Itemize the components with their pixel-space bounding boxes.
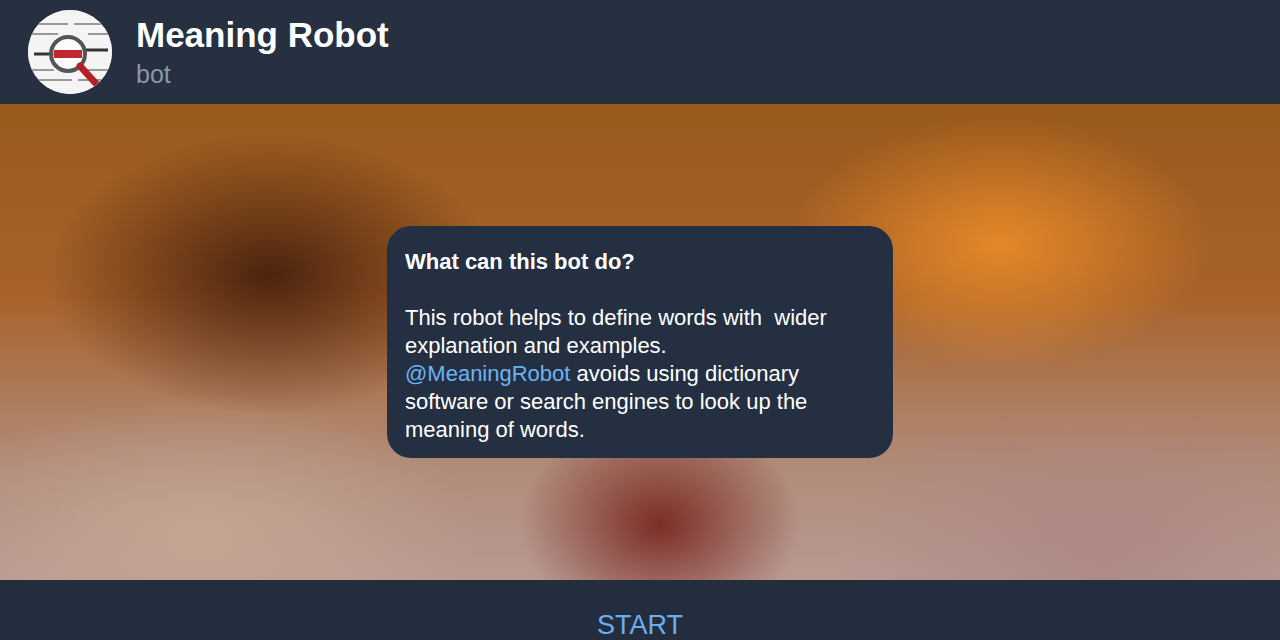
bot-mention-link[interactable]: @MeaningRobot	[405, 361, 570, 386]
chat-title: Meaning Robot	[136, 15, 389, 55]
bot-info-text: This robot helps to define words with wi…	[405, 304, 875, 360]
chat-title-block: Meaning Robot bot	[136, 15, 389, 89]
bottom-bar: START	[0, 580, 1280, 640]
bot-info-heading: What can this bot do?	[405, 248, 875, 276]
chat-header[interactable]: Meaning Robot bot	[0, 0, 1280, 104]
bot-avatar-icon[interactable]	[28, 10, 112, 94]
chat-subtitle: bot	[136, 59, 389, 89]
start-button[interactable]: START	[577, 580, 703, 640]
bot-info-paragraph: @MeaningRobot avoids using dictionary so…	[405, 360, 875, 444]
chat-background: What can this bot do? This robot helps to…	[0, 104, 1280, 580]
bot-info-card: What can this bot do? This robot helps to…	[387, 226, 893, 458]
